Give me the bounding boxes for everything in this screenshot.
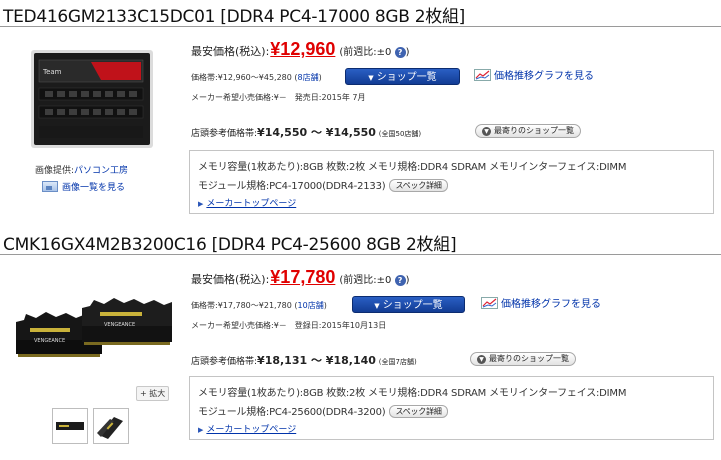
price-range-close: ) — [318, 73, 322, 82]
price-graph-link[interactable]: 価格推移グラフを見る — [481, 295, 601, 310]
price-range-close: ) — [323, 301, 327, 310]
spec-line-2: モジュール規格:PC4-17000(DDR4-2133) スペック詳細 — [198, 177, 448, 192]
thumbnail-2[interactable] — [93, 408, 129, 444]
price-graph-label[interactable]: 価格推移グラフを見る — [501, 299, 601, 310]
price-range-text: 価格帯:¥17,780～¥21,780 ( — [191, 301, 298, 310]
question-mark-icon[interactable]: ? — [394, 275, 406, 286]
image-gallery-icon — [42, 181, 58, 192]
price-row: 最安価格(税込):¥17,780 (前週比:±0 ?) — [191, 267, 409, 288]
question-mark-icon[interactable]: ? — [394, 47, 406, 58]
spec-detail-button[interactable]: スペック詳細 — [389, 179, 448, 192]
nearby-shops-button[interactable]: ▼ 最寄りのショップ一覧 — [470, 352, 576, 366]
module-spec: モジュール規格:PC4-25600(DDR4-3200) — [198, 407, 386, 418]
store-count: (全国50店舗) — [378, 130, 422, 138]
nearby-shops-button[interactable]: ▼ 最寄りのショップ一覧 — [475, 124, 581, 138]
price-graph-link[interactable]: 価格推移グラフを見る — [474, 67, 594, 82]
line-chart-icon — [481, 297, 498, 309]
product-title[interactable]: TED416GM2133C15DC01 [DDR4 PC4-17000 8GB … — [3, 2, 465, 27]
product-image[interactable]: VENGEANCE VENGEANCE — [10, 292, 182, 367]
maker-price: メーカー希望小売価格:¥－ 登録日:2015年10月13日 — [191, 321, 387, 330]
shop-list-label: ショップ一覧 — [376, 72, 437, 83]
shop-list-button[interactable]: ▼ ショップ一覧 — [345, 68, 460, 85]
maker-top-label[interactable]: メーカートップページ — [206, 425, 296, 435]
line-chart-icon — [474, 69, 491, 81]
price-range: 価格帯:¥12,960～¥45,280 (8店舗) — [191, 72, 322, 83]
store-count: (全国7店舗) — [378, 358, 417, 366]
module-spec: モジュール規格:PC4-17000(DDR4-2133) — [198, 181, 386, 192]
product-title[interactable]: CMK16GX4M2B3200C16 [DDR4 PC4-25600 8GB 2… — [3, 230, 457, 255]
right-arrow-icon: ▶ — [198, 200, 204, 208]
spec-line-1: メモリ容量(1枚あたり):8GB 枚数:2枚 メモリ規格:DDR4 SDRAM … — [198, 388, 627, 399]
weekly-change: (前週比:±0 — [339, 47, 392, 58]
product-card-1: TED416GM2133C15DC01 [DDR4 PC4-17000 8GB … — [0, 0, 721, 228]
store-price-range: ¥18,131 ～ ¥18,140 — [257, 354, 376, 367]
maker-top-link[interactable]: ▶ メーカートップページ — [198, 196, 296, 209]
triangle-down-icon: ▼ — [374, 302, 380, 310]
lowest-price[interactable]: ¥17,780 — [270, 267, 335, 287]
shop-list-label: ショップ一覧 — [382, 300, 443, 311]
weekly-change-close: ) — [405, 275, 410, 286]
image-list-label[interactable]: 画像一覧を見る — [62, 183, 125, 193]
triangle-down-icon: ▼ — [477, 355, 486, 364]
image-list-link[interactable]: 画像一覧を見る — [42, 180, 125, 193]
price-graph-label[interactable]: 価格推移グラフを見る — [494, 71, 594, 82]
store-price-row: 店頭参考価格帯:¥14,550 ～ ¥14,550 (全国50店舗) — [191, 124, 421, 140]
right-arrow-icon: ▶ — [198, 426, 204, 434]
maker-top-label[interactable]: メーカートップページ — [206, 199, 296, 209]
svg-text:Team: Team — [42, 68, 62, 76]
store-price-label: 店頭参考価格帯: — [191, 129, 258, 139]
shop-count-link[interactable]: 8店舗 — [298, 73, 319, 82]
maker-top-link[interactable]: ▶ メーカートップページ — [198, 422, 296, 435]
spec-line-2: モジュール規格:PC4-25600(DDR4-3200) スペック詳細 — [198, 403, 448, 418]
lowest-price-label: 最安価格(税込): — [191, 45, 270, 58]
price-row: 最安価格(税込):¥12,960 (前週比:±0 ?) — [191, 39, 409, 60]
image-credit-label: 画像提供: — [35, 166, 75, 176]
triangle-down-icon: ▼ — [482, 127, 491, 136]
spec-detail-button[interactable]: スペック詳細 — [389, 405, 448, 418]
shop-count-link[interactable]: 10店舗 — [298, 301, 324, 310]
lowest-price[interactable]: ¥12,960 — [270, 39, 335, 59]
image-credit: 画像提供:パソコン工房 — [35, 163, 128, 176]
zoom-button[interactable]: + 拡大 — [136, 386, 170, 401]
product-image[interactable]: Team — [31, 50, 153, 148]
image-credit-link[interactable]: パソコン工房 — [74, 166, 128, 176]
store-price-range: ¥14,550 ～ ¥14,550 — [257, 126, 376, 139]
spec-box: メモリ容量(1枚あたり):8GB 枚数:2枚 メモリ規格:DDR4 SDRAM … — [189, 150, 714, 214]
price-range: 価格帯:¥17,780～¥21,780 (10店舗) — [191, 300, 327, 311]
maker-price: メーカー希望小売価格:¥－ 発売日:2015年 7月 — [191, 93, 366, 102]
price-range-text: 価格帯:¥12,960～¥45,280 ( — [191, 73, 298, 82]
thumbnail-1[interactable] — [52, 408, 88, 444]
weekly-change-close: ) — [405, 47, 410, 58]
triangle-down-icon: ▼ — [368, 74, 374, 82]
svg-text:VENGEANCE: VENGEANCE — [104, 322, 135, 328]
product-title-bar: TED416GM2133C15DC01 [DDR4 PC4-17000 8GB … — [0, 0, 721, 27]
weekly-change: (前週比:±0 — [339, 275, 392, 286]
product-card-2: CMK16GX4M2B3200C16 [DDR4 PC4-25600 8GB 2… — [0, 228, 721, 460]
svg-text:VENGEANCE: VENGEANCE — [34, 338, 65, 344]
nearby-shops-label: 最寄りのショップ一覧 — [489, 354, 569, 363]
shop-list-button[interactable]: ▼ ショップ一覧 — [352, 296, 465, 313]
spec-box: メモリ容量(1枚あたり):8GB 枚数:2枚 メモリ規格:DDR4 SDRAM … — [189, 376, 714, 440]
lowest-price-label: 最安価格(税込): — [191, 273, 270, 286]
nearby-shops-label: 最寄りのショップ一覧 — [494, 126, 574, 135]
store-price-label: 店頭参考価格帯: — [191, 357, 258, 367]
product-title-bar: CMK16GX4M2B3200C16 [DDR4 PC4-25600 8GB 2… — [0, 228, 721, 255]
spec-line-1: メモリ容量(1枚あたり):8GB 枚数:2枚 メモリ規格:DDR4 SDRAM … — [198, 162, 627, 173]
store-price-row: 店頭参考価格帯:¥18,131 ～ ¥18,140 (全国7店舗) — [191, 352, 417, 368]
